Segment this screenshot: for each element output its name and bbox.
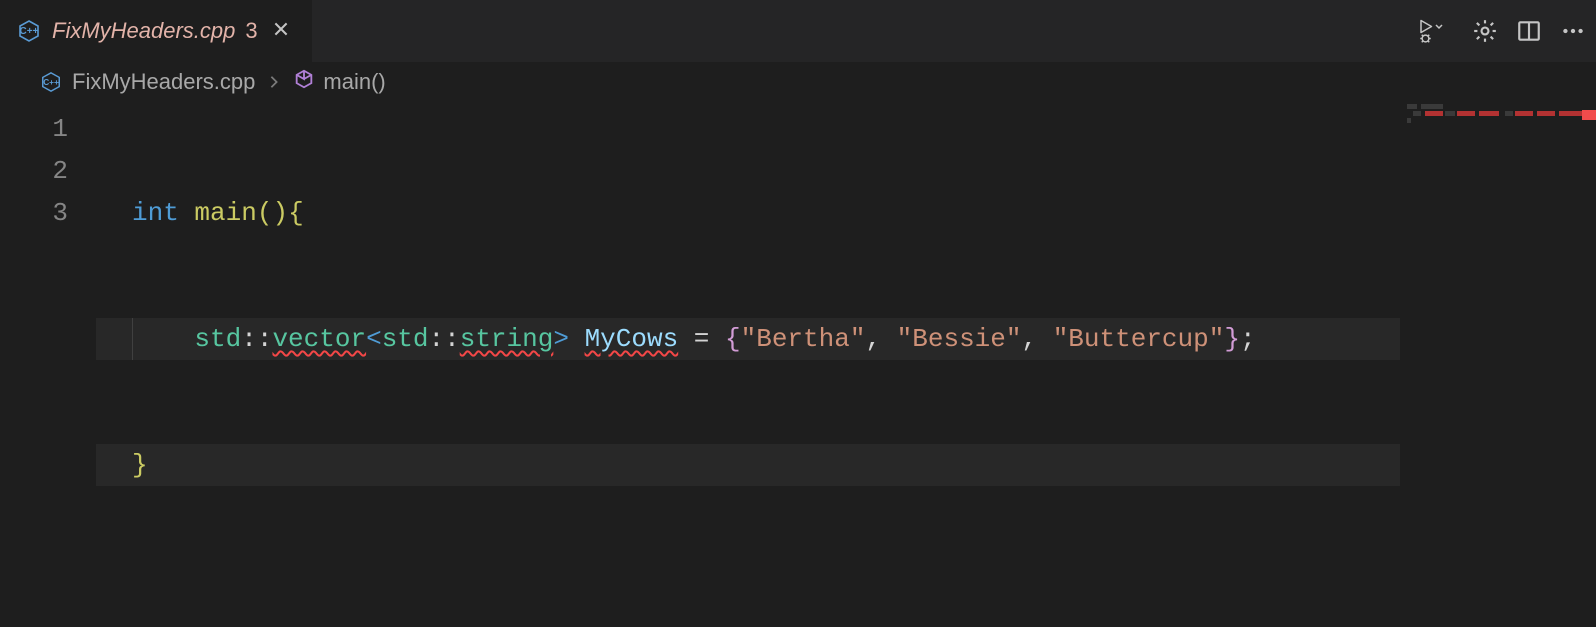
chevron-right-icon — [267, 69, 281, 95]
svg-text:C++: C++ — [43, 78, 59, 87]
breadcrumb: C++ FixMyHeaders.cpp main() — [0, 62, 1596, 102]
code-area[interactable]: int main(){ std::vector<std::string> MyC… — [96, 102, 1400, 627]
code-line: std::vector<std::string> MyCows = {"Bert… — [96, 318, 1400, 360]
breadcrumb-file[interactable]: C++ FixMyHeaders.cpp — [38, 69, 255, 95]
tab-active[interactable]: C++ FixMyHeaders.cpp 3 — [0, 0, 313, 62]
run-debug-icon[interactable] — [1418, 18, 1454, 44]
breadcrumb-symbol-label: main() — [323, 69, 385, 95]
tab-filename: FixMyHeaders.cpp — [52, 18, 235, 44]
minimap[interactable] — [1400, 102, 1596, 627]
line-number-gutter: 1 2 3 — [0, 102, 96, 627]
breadcrumb-symbol[interactable]: main() — [293, 68, 385, 96]
close-icon[interactable] — [268, 20, 294, 43]
line-number: 1 — [0, 108, 96, 150]
editor-actions — [1418, 0, 1586, 62]
line-number: 2 — [0, 150, 96, 192]
cpp-file-icon: C++ — [16, 18, 42, 44]
split-editor-icon[interactable] — [1516, 18, 1542, 44]
symbol-method-icon — [293, 68, 315, 96]
cpp-file-icon: C++ — [38, 69, 64, 95]
more-icon[interactable] — [1560, 18, 1586, 44]
code-line: } — [96, 444, 1400, 486]
breadcrumb-file-label: FixMyHeaders.cpp — [72, 69, 255, 95]
overview-ruler-error-mark — [1582, 110, 1596, 120]
line-number: 3 — [0, 192, 96, 234]
tab-problem-count: 3 — [245, 18, 257, 44]
gear-icon[interactable] — [1472, 18, 1498, 44]
tab-bar: C++ FixMyHeaders.cpp 3 — [0, 0, 1596, 62]
code-line: int main(){ — [96, 192, 1400, 234]
editor: 1 2 3 int main(){ std::vector<std::strin… — [0, 102, 1596, 627]
svg-text:C++: C++ — [20, 26, 39, 37]
